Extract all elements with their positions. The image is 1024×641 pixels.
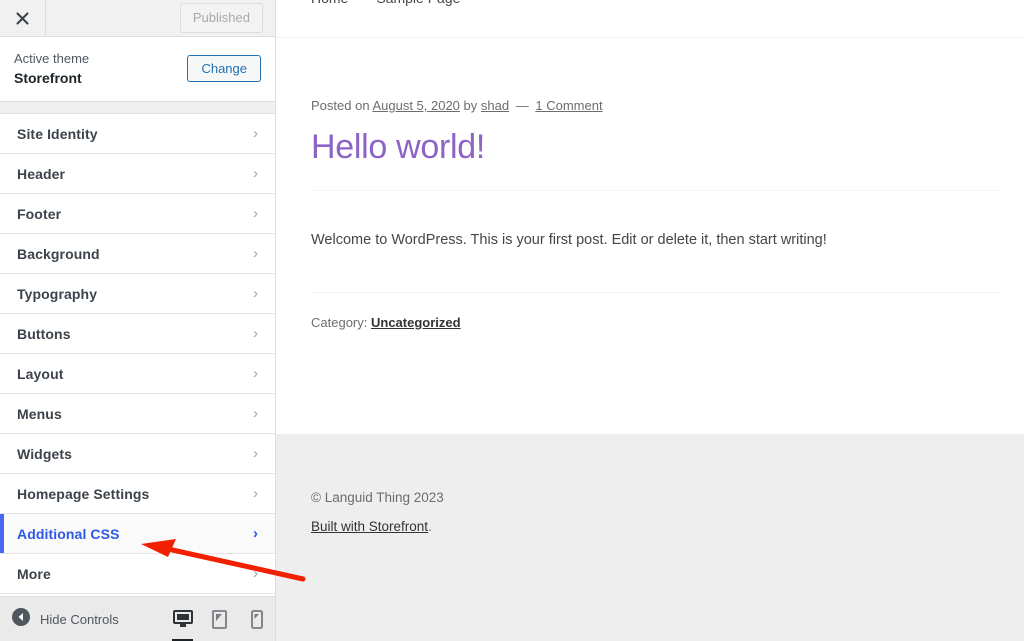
- active-theme-name: Storefront: [14, 69, 82, 86]
- sidebar-item-label: Site Identity: [17, 125, 98, 142]
- active-theme-panel: Active theme Storefront Change: [0, 37, 275, 103]
- sidebar-item-footer[interactable]: Footer ›: [0, 194, 275, 235]
- sidebar-item-site-identity[interactable]: Site Identity ›: [0, 114, 275, 155]
- chevron-right-icon: ›: [253, 525, 258, 543]
- customizer-sidebar: Published Active theme Storefront Change…: [0, 0, 276, 641]
- category-link[interactable]: Uncategorized: [371, 315, 461, 330]
- sidebar-item-background[interactable]: Background ›: [0, 234, 275, 275]
- sidebar-item-label: Homepage Settings: [17, 485, 150, 502]
- site-footer: © Languid Thing 2023 Built with Storefro…: [276, 434, 1024, 641]
- close-customizer-button[interactable]: [0, 0, 46, 36]
- chevron-right-icon: ›: [253, 285, 258, 303]
- chevron-right-icon: ›: [253, 365, 258, 383]
- nav-link-home[interactable]: Home: [311, 0, 348, 6]
- device-preview-buttons: [164, 597, 275, 641]
- sidebar-item-widgets[interactable]: Widgets ›: [0, 434, 275, 475]
- chevron-right-icon: ›: [253, 205, 258, 223]
- posted-on-label: Posted on: [311, 98, 370, 113]
- header-spacer: [46, 0, 180, 36]
- site-preview: Home Sample Page Posted on August 5, 202…: [276, 0, 1024, 641]
- sidebar-item-label: Typography: [17, 285, 98, 302]
- sidebar-item-additional-css[interactable]: Additional CSS ›: [0, 514, 275, 555]
- chevron-right-icon: ›: [253, 445, 258, 463]
- mobile-preview-icon[interactable]: [238, 597, 275, 641]
- close-icon: [15, 11, 30, 26]
- credit-suffix: .: [428, 519, 432, 534]
- hide-controls-button[interactable]: Hide Controls: [12, 607, 119, 631]
- sidebar-item-label: Menus: [17, 405, 62, 422]
- site-primary-navigation: Home Sample Page: [276, 0, 1024, 37]
- footer-credit: Built with Storefront.: [311, 519, 1024, 534]
- sidebar-item-label: Footer: [17, 205, 62, 222]
- sidebar-item-label: Additional CSS: [17, 525, 120, 542]
- storefront-credit-link[interactable]: Built with Storefront: [311, 519, 428, 534]
- chevron-right-icon: ›: [253, 405, 258, 423]
- sidebar-item-more[interactable]: More ›: [0, 554, 275, 595]
- sidebar-item-label: More: [17, 565, 51, 582]
- publish-area: Published: [179, 0, 275, 36]
- category-label: Category:: [311, 314, 368, 330]
- sidebar-item-label: Header: [17, 165, 66, 182]
- nav-link-sample-page[interactable]: Sample Page: [376, 0, 460, 6]
- sidebar-item-label: Buttons: [17, 325, 71, 342]
- by-label: by: [463, 98, 478, 113]
- collapse-left-icon: [12, 607, 30, 631]
- post-meta: Posted on August 5, 2020 by shad — 1 Com…: [311, 98, 1024, 113]
- customizer-header: Published: [0, 0, 275, 37]
- meta-separator: —: [515, 98, 529, 113]
- sidebar-item-homepage-settings[interactable]: Homepage Settings ›: [0, 474, 275, 515]
- sidebar-item-typography[interactable]: Typography ›: [0, 274, 275, 315]
- customizer-footer-bar: Hide Controls: [0, 596, 275, 641]
- panel-divider: [0, 102, 275, 115]
- chevron-right-icon: ›: [253, 565, 258, 583]
- sidebar-item-label: Layout: [17, 365, 64, 382]
- chevron-right-icon: ›: [253, 125, 258, 143]
- sidebar-item-header[interactable]: Header ›: [0, 154, 275, 195]
- post-comments-link[interactable]: 1 Comment: [535, 98, 602, 113]
- theme-info: Active theme Storefront: [14, 50, 89, 87]
- sidebar-item-buttons[interactable]: Buttons ›: [0, 314, 275, 355]
- customizer-section-list: Site Identity › Header › Footer › Backgr…: [0, 114, 275, 596]
- sidebar-item-layout[interactable]: Layout ›: [0, 354, 275, 395]
- post-category: Category: Uncategorized: [311, 293, 1024, 330]
- active-theme-label: Active theme: [14, 51, 90, 66]
- post-date-link[interactable]: August 5, 2020: [372, 98, 459, 113]
- post-body-text: Welcome to WordPress. This is your first…: [311, 231, 827, 248]
- desktop-preview-icon[interactable]: [164, 597, 201, 641]
- sidebar-item-label: Background: [17, 245, 100, 262]
- footer-copyright: © Languid Thing 2023: [311, 490, 444, 505]
- hide-controls-label: Hide Controls: [40, 611, 119, 627]
- chevron-right-icon: ›: [253, 485, 258, 503]
- post-article: Posted on August 5, 2020 by shad — 1 Com…: [276, 38, 1024, 330]
- sidebar-item-menus[interactable]: Menus ›: [0, 394, 275, 435]
- chevron-right-icon: ›: [253, 325, 258, 343]
- publish-button[interactable]: Published: [179, 3, 263, 33]
- sidebar-item-label: Widgets: [17, 445, 73, 462]
- tablet-preview-icon[interactable]: [201, 597, 238, 641]
- chevron-right-icon: ›: [253, 165, 258, 183]
- chevron-right-icon: ›: [253, 245, 258, 263]
- change-theme-button[interactable]: Change: [187, 55, 261, 83]
- post-title: Hello world!: [311, 128, 486, 166]
- post-author-link[interactable]: shad: [481, 98, 509, 113]
- customizer-screen: Published Active theme Storefront Change…: [0, 0, 1024, 641]
